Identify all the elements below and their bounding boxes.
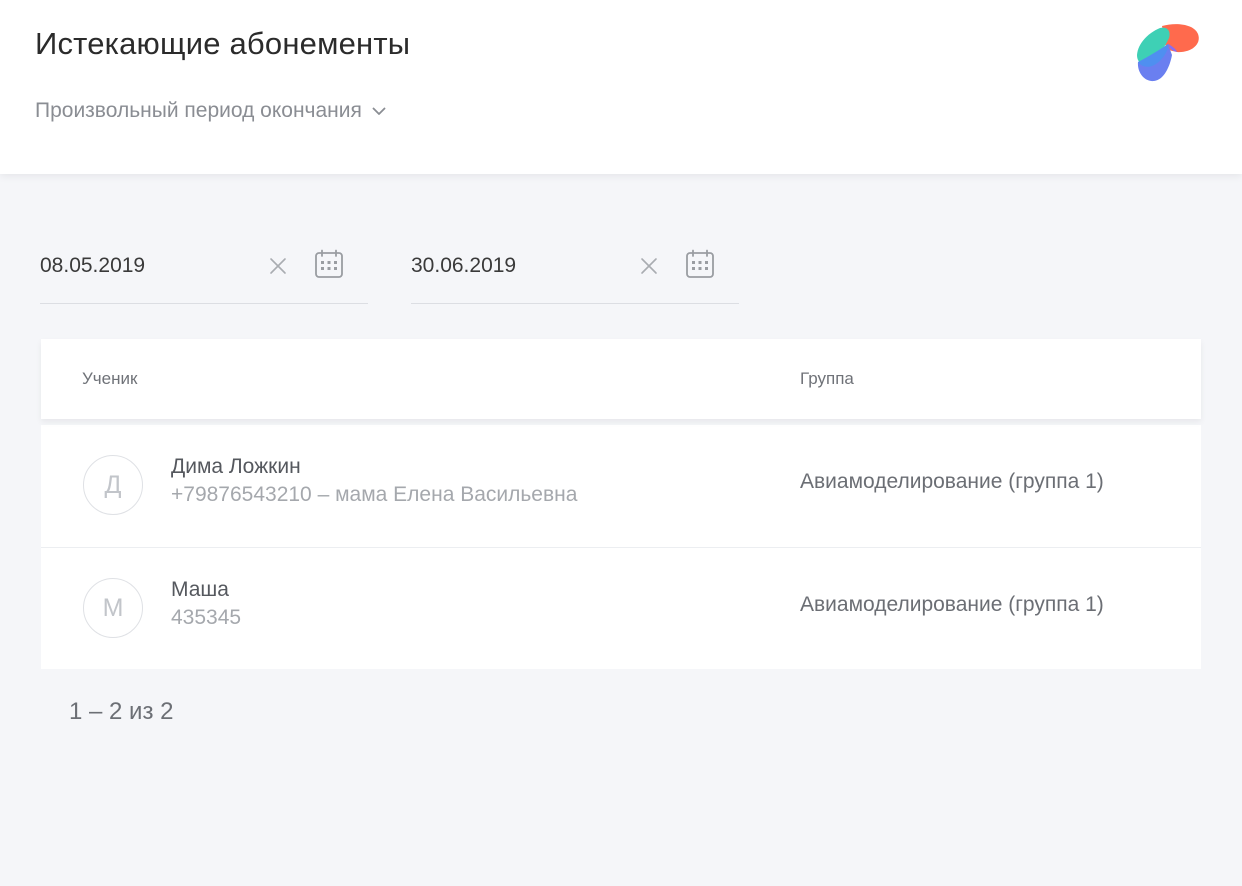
date-to-input[interactable]: 30.06.2019: [411, 254, 516, 278]
calendar-icon[interactable]: [313, 248, 345, 280]
student-contact: 435345: [171, 606, 242, 629]
calendar-icon[interactable]: [684, 248, 716, 280]
student-name: Дима Ложкин: [171, 455, 301, 478]
close-icon[interactable]: [268, 256, 288, 276]
student-name: Маша: [171, 578, 229, 601]
group-name: Авиамоделирование (группа 1): [800, 593, 1104, 616]
column-header-student[interactable]: Ученик: [82, 369, 137, 389]
group-name: Авиамоделирование (группа 1): [800, 470, 1104, 493]
table-header: Ученик Группа: [41, 339, 1201, 419]
close-icon[interactable]: [639, 256, 659, 276]
column-header-group[interactable]: Группа: [800, 369, 854, 389]
pagination-range: 1 – 2 из 2: [69, 698, 174, 725]
date-from-input[interactable]: 08.05.2019: [40, 254, 145, 278]
avatar: Д: [83, 455, 143, 515]
student-contact: +79876543210 – мама Елена Васильевна: [171, 483, 578, 506]
period-dropdown-label: Произвольный период окончания: [35, 99, 362, 122]
page-title: Истекающие абонементы: [35, 26, 411, 61]
date-from-field[interactable]: 08.05.2019: [40, 236, 368, 304]
app-logo-icon: [1137, 24, 1199, 82]
table-row[interactable]: Д Дима Ложкин +79876543210 – мама Елена …: [41, 425, 1201, 547]
date-to-field[interactable]: 30.06.2019: [411, 236, 739, 304]
subscriptions-table: Ученик Группа Д Дима Ложкин +79876543210…: [41, 339, 1201, 669]
avatar: М: [83, 578, 143, 638]
period-dropdown[interactable]: Произвольный период окончания: [35, 99, 386, 123]
table-row[interactable]: М Маша 435345 Авиамоделирование (группа …: [41, 547, 1201, 669]
chevron-down-icon: [372, 107, 386, 115]
page-header: Истекающие абонементы Произвольный перио…: [0, 0, 1242, 174]
